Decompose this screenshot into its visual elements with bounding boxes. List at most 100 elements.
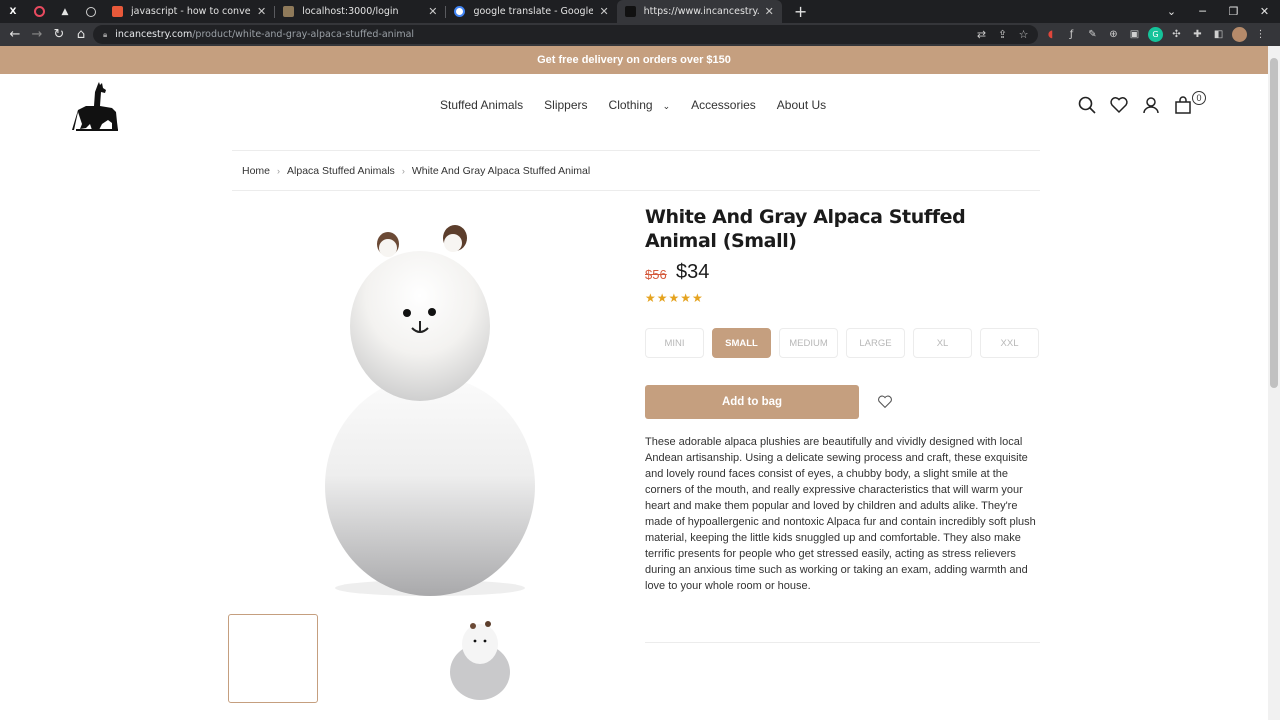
pinned-tab-1[interactable]: X <box>0 0 26 23</box>
add-to-bag-button[interactable]: Add to bag <box>645 385 859 419</box>
new-tab-button[interactable]: + <box>794 2 807 21</box>
stackoverflow-icon <box>112 6 123 17</box>
close-icon[interactable]: ✕ <box>599 5 608 18</box>
tab-title: https://www.incancestry.com/pr <box>643 6 759 17</box>
tab-title: google translate - Google Search <box>473 6 594 17</box>
browser-tab-strip: X ▲ javascript - how to convert a file ✕… <box>0 0 1280 23</box>
puzzle-icon[interactable]: ✚ <box>1190 27 1205 42</box>
product-description: These adorable alpaca plushies are beaut… <box>645 436 1036 592</box>
page-viewport: Get free delivery on orders over $150 St… <box>0 46 1268 720</box>
tab-javascript[interactable]: javascript - how to convert a file ✕ <box>104 0 274 23</box>
close-icon[interactable]: ✕ <box>257 5 266 18</box>
pinned-tab-3[interactable]: ▲ <box>52 0 78 23</box>
chevron-down-icon: ⌄ <box>662 101 671 111</box>
grammarly-icon[interactable]: G <box>1148 27 1163 42</box>
main-nav: Stuffed Animals Slippers Clothing ⌄ Acces… <box>440 98 826 112</box>
globe-icon <box>86 6 96 17</box>
tab-incancestry[interactable]: https://www.incancestry.com/pr ✕ <box>616 0 782 23</box>
nav-clothing-label: Clothing <box>608 98 653 112</box>
pinned-tab-4[interactable] <box>78 0 104 23</box>
extension-icon[interactable]: ▣ <box>1127 27 1142 42</box>
nav-stuffed-animals[interactable]: Stuffed Animals <box>440 98 523 112</box>
close-icon[interactable]: ✕ <box>765 5 774 18</box>
chevron-right-icon: › <box>401 166 405 176</box>
address-bar-actions: ⇄ ⇪ ☆ <box>975 23 1030 46</box>
extension-icon[interactable]: ⊕ <box>1106 27 1121 42</box>
google-icon <box>454 6 466 17</box>
x-icon: X <box>9 6 17 17</box>
size-option-xxl[interactable]: XXL <box>980 328 1039 358</box>
size-option-large[interactable]: LARGE <box>846 328 905 358</box>
home-icon[interactable]: ⌂ <box>70 27 92 42</box>
tab-title: localhost:3000/login <box>302 6 399 17</box>
chevron-down-icon[interactable]: ⌄ <box>1156 5 1187 18</box>
heart-icon[interactable] <box>1110 96 1128 114</box>
promo-text: Get free delivery on orders over $150 <box>537 54 731 66</box>
breadcrumb-home[interactable]: Home <box>242 165 270 177</box>
breadcrumb: Home › Alpaca Stuffed Animals › White An… <box>242 165 590 177</box>
minimize-icon[interactable]: ─ <box>1187 5 1218 18</box>
close-icon[interactable]: ✕ <box>428 5 437 18</box>
search-icon[interactable] <box>1078 96 1096 114</box>
bag-count-badge: 0 <box>1192 91 1206 105</box>
lock-icon[interactable]: 🔒︎ <box>103 30 107 40</box>
llama-icon <box>624 6 636 17</box>
size-option-xl[interactable]: XL <box>913 328 972 358</box>
shopping-bag-icon[interactable] <box>1174 96 1192 114</box>
nav-accessories[interactable]: Accessories <box>691 98 756 112</box>
site-header: Stuffed Animals Slippers Clothing ⌄ Acces… <box>0 74 1268 154</box>
nav-slippers[interactable]: Slippers <box>544 98 587 112</box>
star-icon[interactable]: ☆ <box>1017 28 1030 41</box>
pen-icon[interactable]: ✎ <box>1085 27 1100 42</box>
extensions: ◖ ƒ ✎ ⊕ ▣ G ✣ ✚ ◧ ⋮ <box>1043 23 1268 46</box>
tab-google-search[interactable]: google translate - Google Search ✕ <box>446 0 616 23</box>
size-option-medium[interactable]: MEDIUM <box>779 328 838 358</box>
avatar[interactable] <box>1232 27 1247 42</box>
address-bar[interactable]: 🔒︎ incancestry.com/product/white-and-gra… <box>93 25 1038 44</box>
translate-icon[interactable]: ⇄ <box>975 28 988 41</box>
llama-logo[interactable] <box>72 82 120 132</box>
product-title: White And Gray Alpaca Stuffed Animal (Sm… <box>645 206 966 252</box>
back-icon[interactable]: ← <box>4 27 26 42</box>
size-selector: MINI SMALL MEDIUM LARGE XL XXL <box>645 328 1039 358</box>
github-icon <box>33 6 45 17</box>
product-main-image[interactable] <box>300 216 560 606</box>
nav-about-us[interactable]: About Us <box>777 98 826 112</box>
browser-toolbar: ← → ↻ ⌂ 🔒︎ incancestry.com/product/white… <box>0 23 1280 46</box>
window-controls: ⌄ ─ ❐ ✕ <box>1156 0 1280 23</box>
divider <box>645 642 1040 643</box>
share-icon[interactable]: ⇪ <box>996 28 1009 41</box>
menu-icon[interactable]: ⋮ <box>1253 27 1268 42</box>
nav-clothing[interactable]: Clothing ⌄ <box>609 98 671 112</box>
thumbnail-selected[interactable] <box>228 614 318 703</box>
size-option-mini[interactable]: MINI <box>645 328 704 358</box>
url-path: /product/white-and-gray-alpaca-stuffed-a… <box>192 29 415 40</box>
pinned-tab-2[interactable] <box>26 0 52 23</box>
url-host: incancestry.com <box>115 29 193 40</box>
header-icons <box>1078 96 1192 114</box>
promo-banner: Get free delivery on orders over $150 <box>0 46 1268 74</box>
sale-price: $34 <box>676 261 710 283</box>
forward-icon[interactable]: → <box>26 27 48 42</box>
chevron-right-icon: › <box>277 166 281 176</box>
restore-icon[interactable]: ❐ <box>1218 5 1249 18</box>
divider <box>232 190 1040 191</box>
original-price: $56 <box>645 267 667 282</box>
user-icon[interactable] <box>1142 96 1160 114</box>
drive-icon: ▲ <box>61 6 69 17</box>
extension-icon[interactable]: ✣ <box>1169 27 1184 42</box>
extension-icon[interactable]: ◖ <box>1043 27 1058 42</box>
reload-icon[interactable]: ↻ <box>48 27 70 42</box>
breadcrumb-category[interactable]: Alpaca Stuffed Animals <box>287 165 395 177</box>
scrollbar-thumb[interactable] <box>1270 58 1278 388</box>
close-window-icon[interactable]: ✕ <box>1249 5 1280 18</box>
size-option-small[interactable]: SMALL <box>712 328 771 358</box>
tab-localhost[interactable]: localhost:3000/login ✕ <box>275 0 445 23</box>
thumbnail-image[interactable] <box>440 614 520 704</box>
page-scrollbar[interactable] <box>1268 46 1280 720</box>
wishlist-heart-icon[interactable] <box>877 394 893 410</box>
sidebar-icon[interactable]: ◧ <box>1211 27 1226 42</box>
tab-title: javascript - how to convert a file <box>131 6 251 17</box>
extension-icon[interactable]: ƒ <box>1064 27 1079 42</box>
page-icon <box>283 6 295 17</box>
